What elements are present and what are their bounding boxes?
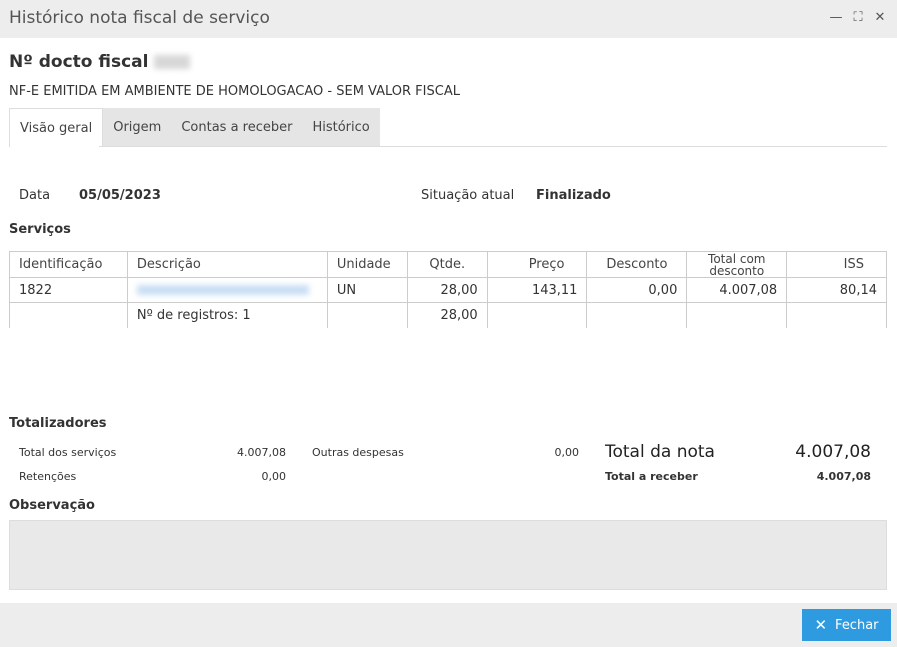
summary-empty <box>9 302 128 328</box>
document-subtitle: NF-E EMITIDA EM AMBIENTE DE HOMOLOGACAO … <box>9 84 460 99</box>
summary-quantity: 28,00 <box>406 302 488 328</box>
invoice-total-label: Total da nota <box>605 442 715 462</box>
tab-overview[interactable]: Visão geral <box>9 108 104 147</box>
minimize-icon[interactable]: — <box>829 10 843 26</box>
tab-bar: Visão geral Origem Contas a receber Hist… <box>9 108 380 147</box>
cell-price: 143,11 <box>486 277 588 303</box>
window-titlebar: Histórico nota fiscal de serviço — ⛶ ✕ <box>0 0 897 38</box>
services-title: Serviços <box>9 222 71 237</box>
cell-quantity: 28,00 <box>406 277 488 303</box>
column-header[interactable]: Qtde. <box>406 251 488 278</box>
tab-divider <box>99 146 887 147</box>
summary-empty <box>326 302 408 328</box>
retentions-label: Retenções <box>19 470 77 483</box>
summary-empty <box>686 302 788 328</box>
document-title-label: Nº docto fiscal <box>9 52 149 72</box>
other-expenses-value: 0,00 <box>554 446 580 459</box>
close-button[interactable]: ✕ Fechar <box>802 609 891 641</box>
column-header[interactable]: Unidade <box>326 251 408 278</box>
retentions-value: 0,00 <box>261 470 287 483</box>
summary-records: Nº de registros: 1 <box>126 302 328 328</box>
receivable-total-value: 4.007,08 <box>816 470 871 483</box>
status-value: Finalizado <box>536 188 611 203</box>
dialog-footer: ✕ Fechar <box>0 603 897 647</box>
cell-discount: 0,00 <box>586 277 688 303</box>
column-header[interactable]: Total com desconto <box>686 251 788 278</box>
summary-empty <box>586 302 688 328</box>
receivable-total-label: Total a receber <box>605 470 698 483</box>
table-row[interactable]: 1822 UN 28,00 143,11 0,00 4.007,08 80,14 <box>9 277 887 303</box>
tab-receivables[interactable]: Contas a receber <box>171 108 303 147</box>
total-services-value: 4.007,08 <box>237 446 286 459</box>
observation-textarea[interactable] <box>9 520 887 590</box>
column-header[interactable]: Descrição <box>126 251 328 278</box>
window-controls: — ⛶ ✕ <box>829 10 887 26</box>
document-number-redacted <box>154 55 191 69</box>
other-expenses-label: Outras despesas <box>312 446 404 459</box>
close-button-label: Fechar <box>835 617 879 633</box>
date-value: 05/05/2023 <box>79 188 161 203</box>
table-summary-row: Nº de registros: 1 28,00 <box>9 302 887 328</box>
summary-empty <box>786 302 887 328</box>
cell-iss: 80,14 <box>786 277 887 303</box>
column-header[interactable]: Preço <box>486 251 588 278</box>
column-header[interactable]: ISS <box>786 251 887 278</box>
date-label: Data <box>19 188 51 203</box>
column-header[interactable]: Desconto <box>586 251 688 278</box>
close-icon[interactable]: ✕ <box>873 10 887 26</box>
tab-origin[interactable]: Origem <box>103 108 172 147</box>
close-icon: ✕ <box>814 616 828 634</box>
window-title: Histórico nota fiscal de serviço <box>9 8 270 28</box>
services-table: Identificação Descrição Unidade Qtde. Pr… <box>9 251 887 328</box>
invoice-total-value: 4.007,08 <box>795 442 871 462</box>
redacted-description <box>136 285 309 295</box>
summary-empty <box>486 302 588 328</box>
observation-title: Observação <box>9 498 95 513</box>
cell-description-redacted <box>126 277 328 303</box>
totals-title: Totalizadores <box>9 416 107 431</box>
cell-total: 4.007,08 <box>686 277 788 303</box>
cell-unit: UN <box>326 277 408 303</box>
cell-identification: 1822 <box>9 277 128 303</box>
status-label: Situação atual <box>421 188 515 203</box>
document-title: Nº docto fiscal <box>9 52 191 72</box>
table-header-row: Identificação Descrição Unidade Qtde. Pr… <box>9 251 887 278</box>
column-header[interactable]: Identificação <box>9 251 128 278</box>
total-services-label: Total dos serviços <box>19 446 117 459</box>
tab-history[interactable]: Histórico <box>302 108 380 147</box>
maximize-icon[interactable]: ⛶ <box>851 10 865 26</box>
